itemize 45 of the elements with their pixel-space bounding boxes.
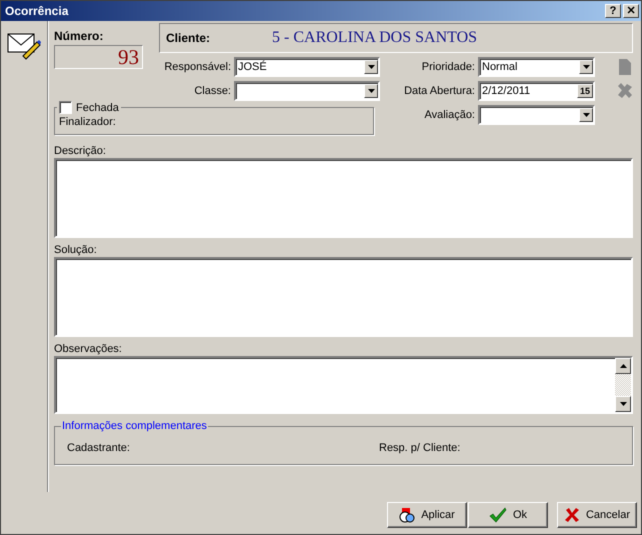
combo-box[interactable] <box>478 105 595 125</box>
arrow-down-icon <box>368 89 374 93</box>
dropdown-button[interactable] <box>364 84 378 98</box>
close-button[interactable]: ✕ <box>623 4 639 18</box>
check-icon <box>488 507 507 523</box>
calendar-button[interactable]: 15 <box>577 84 593 98</box>
arrow-up-icon <box>620 364 626 368</box>
number-field: 93 <box>54 45 143 69</box>
ok-button[interactable]: Ok <box>468 502 548 528</box>
field-label: Data Abertura: <box>404 85 475 97</box>
date-field[interactable]: 2/12/2011 15 <box>478 81 595 101</box>
field-label: Classe: <box>193 85 231 97</box>
memo-label: Descrição: <box>54 145 107 157</box>
combo-box[interactable]: Normal <box>478 57 595 77</box>
group-title: Informações complementares <box>61 420 208 432</box>
arrow-down-icon <box>582 113 590 117</box>
registrant-label: Cadastrante: <box>67 441 131 454</box>
number-label: Número: <box>54 29 104 43</box>
help-button[interactable]: ? <box>605 4 621 18</box>
cancel-button[interactable]: Cancelar <box>557 502 637 528</box>
memo-label: Observações: <box>54 343 123 355</box>
arrow-down-icon <box>582 65 590 69</box>
client-label: Cliente: <box>166 31 210 45</box>
memo-label: Solução: <box>54 244 98 256</box>
close-icon <box>564 507 580 523</box>
scrollbar[interactable] <box>615 358 631 412</box>
apply-icon <box>399 507 416 523</box>
dropdown-button[interactable] <box>364 60 378 74</box>
checkbox-label: Fechada <box>76 102 119 114</box>
client-contact-label: Resp. p/ Cliente: <box>379 441 460 454</box>
window-title: Ocorrência <box>5 4 68 18</box>
arrow-down-icon <box>368 65 374 69</box>
dropdown-button[interactable] <box>579 60 593 74</box>
field-label: Responsável: <box>164 61 231 73</box>
combo-box[interactable]: JOSÉ <box>234 57 380 77</box>
field-label: Prioridade: <box>420 61 475 73</box>
finalizer-label: Finalizador: <box>59 116 117 128</box>
text-area[interactable] <box>54 356 633 414</box>
field-label: Avaliação: <box>423 109 475 121</box>
apply-button[interactable]: Aplicar <box>387 502 467 528</box>
dropdown-button[interactable] <box>579 108 593 122</box>
arrow-down-icon <box>620 402 626 406</box>
checkbox[interactable] <box>59 101 72 114</box>
client-name: 5 - CAROLINA DOS SANTOS <box>272 29 478 47</box>
combo-box[interactable] <box>234 81 380 101</box>
